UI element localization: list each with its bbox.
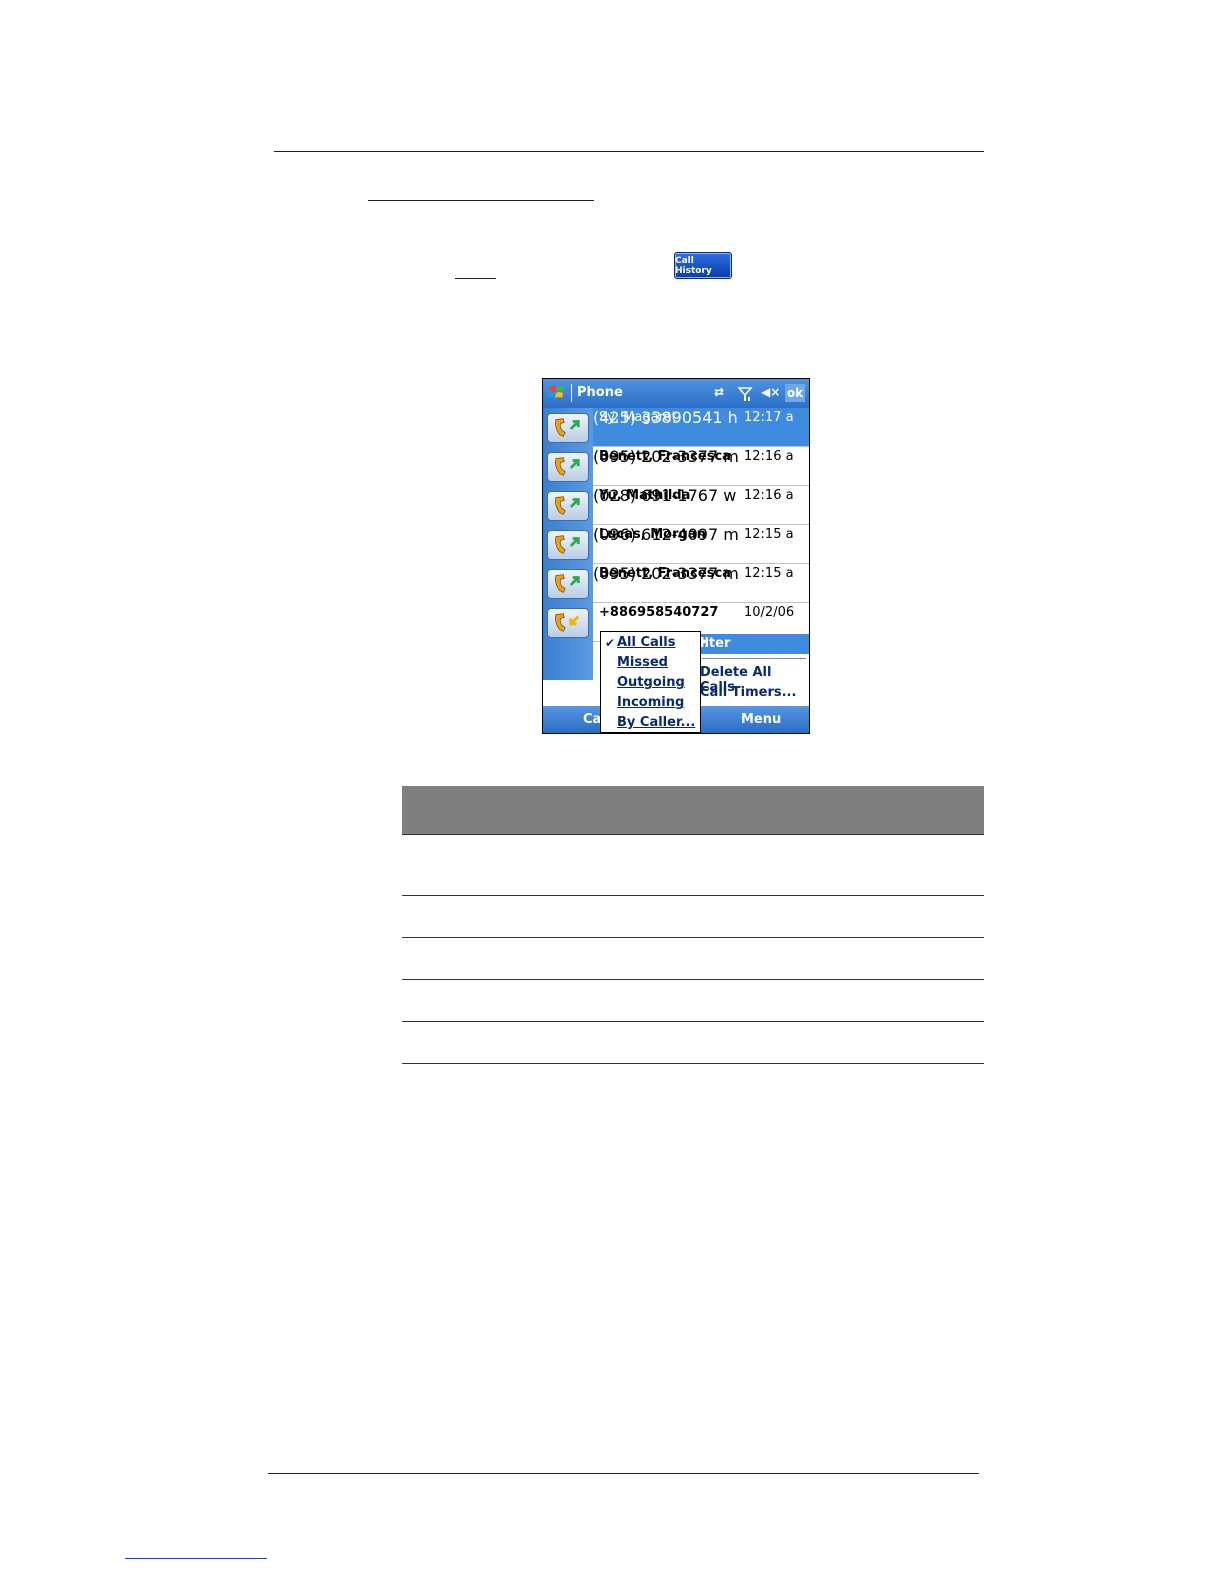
call-time: 12:15 a — [744, 566, 794, 581]
call-entry[interactable]: Benett, Francesca (095) 202-3377 m 12:15 a — [593, 564, 809, 603]
submenu-item-outgoing[interactable]: Outgoing — [617, 675, 685, 690]
caller-name: Yu, Mathilda — [599, 488, 691, 503]
volume-muted-icon[interactable]: ◀× — [761, 385, 780, 399]
menu-separator — [702, 658, 806, 659]
call-time: 12:15 a — [744, 527, 794, 542]
app-title: Phone — [577, 385, 623, 400]
call-history-button[interactable]: Call History — [674, 252, 732, 279]
submenu-item-all-calls[interactable]: All Calls — [617, 635, 675, 650]
call-entry[interactable]: Benett, Francesca (095) 202-3377 m 12:16 a — [593, 447, 809, 486]
outgoing-call-icon[interactable] — [547, 413, 589, 443]
caller-name: Benett, Francesca — [599, 566, 731, 581]
call-entry[interactable]: Yu, Mathilda (028) 691-1767 w 12:16 a — [593, 486, 809, 525]
menu-item-filter[interactable]: ilter ▶ — [698, 634, 809, 654]
footer-link-underline — [125, 1558, 267, 1559]
table-row-divider — [402, 1021, 984, 1022]
caller-name: Sy, Magaret — [599, 410, 677, 425]
table-row-divider — [402, 895, 984, 896]
table-row-divider — [402, 1063, 984, 1064]
submenu-item-incoming[interactable]: Incoming — [617, 695, 684, 710]
call-time: 10/2/06 — [744, 605, 795, 620]
checkmark-icon: ✔ — [605, 636, 616, 650]
table-row-divider — [402, 937, 984, 938]
menu-item-call-timers[interactable]: Call Timers... — [700, 685, 796, 700]
phone-screenshot: Phone ⇄ ◀× ok Sy, Magaret (425) 33890541 … — [542, 378, 810, 734]
title-bar: Phone ⇄ ◀× ok — [543, 379, 809, 408]
call-list-row[interactable]: Benett, Francesca (095) 202-3377 m 12:16 a — [543, 447, 809, 486]
incoming-call-icon[interactable] — [547, 608, 589, 638]
call-time: 12:16 a — [744, 449, 794, 464]
ok-button[interactable]: ok — [785, 384, 805, 402]
softkey-menu[interactable]: Menu — [741, 712, 781, 727]
call-time: 12:17 a — [744, 410, 794, 425]
word-underline — [455, 278, 496, 279]
outgoing-call-icon[interactable] — [547, 491, 589, 521]
call-list-row[interactable]: Yu, Mathilda (028) 691-1767 w 12:16 a — [543, 486, 809, 525]
header-rule — [274, 151, 984, 152]
caller-name: Benett, Francesca — [599, 449, 731, 464]
main-menu: ilter ▶ Delete All Calls Call Timers... — [697, 632, 809, 706]
caller-name: +886958540727 — [599, 605, 719, 620]
call-list-row[interactable]: Lucas, Morgan (096) 612-4097 m 12:15 a — [543, 525, 809, 564]
call-list-row[interactable]: Benett, Francesca (095) 202-3377 m 12:15 a — [543, 564, 809, 603]
call-list-row[interactable]: Sy, Magaret (425) 33890541 h 12:17 a — [543, 408, 809, 447]
submenu-arrow-icon: ▶ — [700, 636, 708, 647]
filter-submenu: ✔ All Calls Missed Outgoing Incoming By … — [600, 631, 701, 733]
outgoing-call-icon[interactable] — [547, 569, 589, 599]
table-header — [402, 786, 984, 834]
title-separator — [571, 384, 572, 402]
submenu-item-by-caller[interactable]: By Caller... — [617, 715, 695, 730]
caller-name: Lucas, Morgan — [599, 527, 706, 542]
outgoing-call-icon[interactable] — [547, 452, 589, 482]
outgoing-call-icon[interactable] — [547, 530, 589, 560]
call-time: 12:16 a — [744, 488, 794, 503]
signal-icon[interactable] — [737, 386, 753, 402]
footer-rule — [268, 1473, 979, 1474]
sync-icon[interactable]: ⇄ — [714, 385, 724, 399]
section-underline — [368, 200, 594, 201]
call-entry[interactable]: Sy, Magaret (425) 33890541 h 12:17 a — [593, 408, 809, 447]
table-row-divider — [402, 979, 984, 980]
submenu-item-missed[interactable]: Missed — [617, 655, 668, 670]
windows-flag-icon[interactable] — [547, 383, 567, 403]
call-entry[interactable]: Lucas, Morgan (096) 612-4097 m 12:15 a — [593, 525, 809, 564]
table-row-divider — [402, 834, 984, 835]
